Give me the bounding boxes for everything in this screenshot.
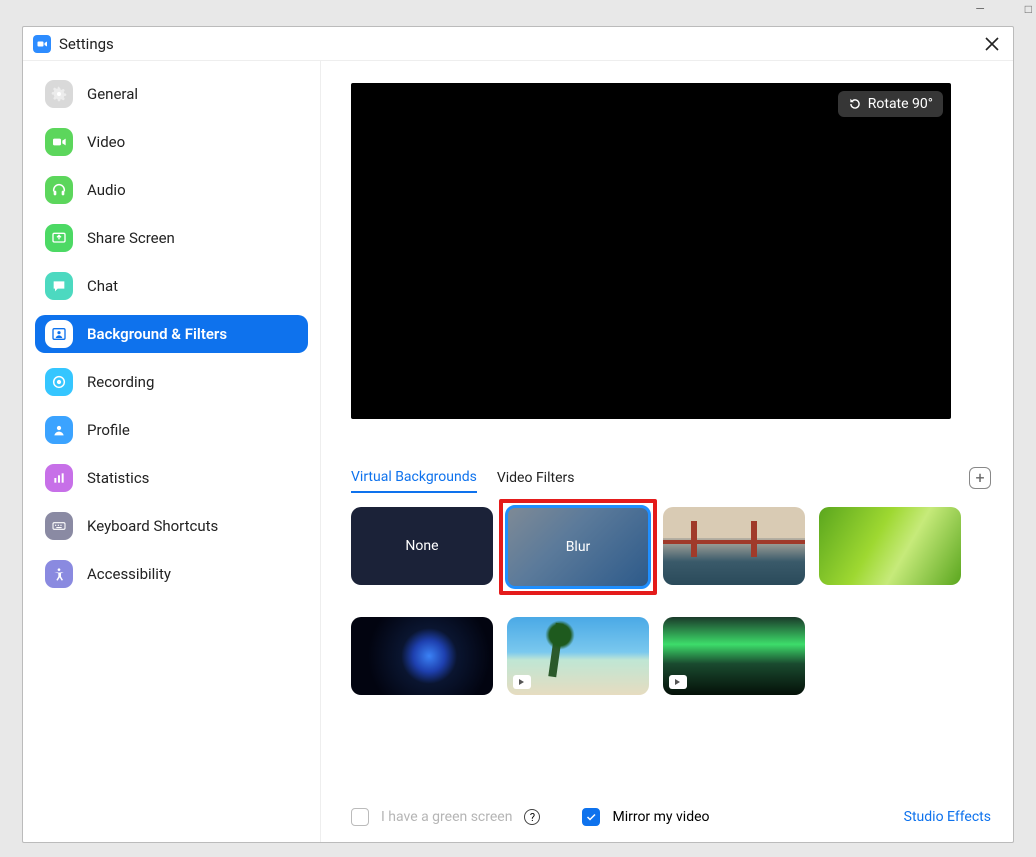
add-background-button[interactable]: + bbox=[969, 467, 991, 489]
rotate-label: Rotate 90° bbox=[868, 96, 933, 112]
sidebar-item-label: Share Screen bbox=[87, 229, 175, 247]
video-icon bbox=[45, 128, 73, 156]
bar-chart-icon bbox=[45, 464, 73, 492]
sidebar-item-statistics[interactable]: Statistics bbox=[35, 459, 308, 497]
bg-option-blur[interactable]: Blur bbox=[505, 505, 651, 589]
headphones-icon bbox=[45, 176, 73, 204]
rotate-icon bbox=[848, 97, 862, 111]
sidebar-item-audio[interactable]: Audio bbox=[35, 171, 308, 209]
sidebar-item-keyboard-shortcuts[interactable]: Keyboard Shortcuts bbox=[35, 507, 308, 545]
avatar-icon bbox=[45, 416, 73, 444]
sidebar-item-label: Video bbox=[87, 133, 125, 151]
sidebar-item-video[interactable]: Video bbox=[35, 123, 308, 161]
sidebar-item-chat[interactable]: Chat bbox=[35, 267, 308, 305]
sidebar-item-label: Profile bbox=[87, 421, 130, 439]
thumb-label: Blur bbox=[566, 539, 591, 555]
os-window-controls[interactable]: — □ bbox=[975, 2, 1032, 16]
dialog-title: Settings bbox=[59, 35, 114, 53]
help-icon[interactable]: ? bbox=[524, 809, 540, 825]
sidebar-item-profile[interactable]: Profile bbox=[35, 411, 308, 449]
video-badge-icon bbox=[513, 675, 531, 689]
main-panel: Rotate 90° Virtual Backgrounds Video Fil… bbox=[321, 61, 1013, 842]
person-card-icon bbox=[45, 320, 73, 348]
mirror-video-label: Mirror my video bbox=[612, 809, 709, 825]
sidebar-item-background-filters[interactable]: Background & Filters bbox=[35, 315, 308, 353]
sidebar-item-label: Recording bbox=[87, 373, 154, 391]
settings-sidebar: General Video Audio bbox=[23, 61, 321, 842]
sidebar-item-accessibility[interactable]: Accessibility bbox=[35, 555, 308, 593]
sidebar-item-label: General bbox=[87, 85, 138, 103]
rotate-button[interactable]: Rotate 90° bbox=[838, 91, 943, 117]
chat-icon bbox=[45, 272, 73, 300]
sidebar-item-recording[interactable]: Recording bbox=[35, 363, 308, 401]
gear-icon bbox=[45, 80, 73, 108]
video-badge-icon bbox=[669, 675, 687, 689]
dialog-header: Settings bbox=[23, 27, 1013, 61]
sidebar-item-label: Chat bbox=[87, 277, 118, 295]
sidebar-item-label: Statistics bbox=[87, 469, 149, 487]
share-screen-icon bbox=[45, 224, 73, 252]
green-screen-label: I have a green screen bbox=[381, 809, 512, 825]
bg-option-earth[interactable] bbox=[351, 617, 493, 695]
tab-video-filters[interactable]: Video Filters bbox=[497, 464, 575, 492]
background-thumbnails: None Blur bbox=[351, 507, 991, 695]
studio-effects-link[interactable]: Studio Effects bbox=[904, 809, 991, 825]
sidebar-item-label: Audio bbox=[87, 181, 126, 199]
settings-dialog: Settings General Video bbox=[22, 26, 1014, 843]
bg-option-bridge[interactable] bbox=[663, 507, 805, 585]
sidebar-item-label: Keyboard Shortcuts bbox=[87, 517, 218, 535]
bg-option-blur-highlight: Blur bbox=[499, 499, 657, 595]
thumb-label: None bbox=[405, 538, 438, 554]
sidebar-item-share-screen[interactable]: Share Screen bbox=[35, 219, 308, 257]
video-preview: Rotate 90° bbox=[351, 83, 951, 419]
keyboard-icon bbox=[45, 512, 73, 540]
bg-option-beach[interactable] bbox=[507, 617, 649, 695]
sidebar-item-label: Accessibility bbox=[87, 565, 171, 583]
footer-bar: I have a green screen ? Mirror my video … bbox=[351, 808, 991, 826]
maximize-icon[interactable]: □ bbox=[1025, 2, 1032, 16]
green-screen-checkbox[interactable] bbox=[351, 808, 369, 826]
bg-option-none[interactable]: None bbox=[351, 507, 493, 585]
sidebar-item-general[interactable]: General bbox=[35, 75, 308, 113]
tab-virtual-backgrounds[interactable]: Virtual Backgrounds bbox=[351, 463, 477, 493]
zoom-app-icon bbox=[33, 35, 51, 53]
minimize-icon[interactable]: — bbox=[975, 2, 984, 16]
mirror-video-checkbox[interactable] bbox=[582, 808, 600, 826]
record-icon bbox=[45, 368, 73, 396]
sidebar-item-label: Background & Filters bbox=[87, 325, 227, 343]
close-button[interactable] bbox=[981, 33, 1003, 55]
accessibility-icon bbox=[45, 560, 73, 588]
bg-option-grass[interactable] bbox=[819, 507, 961, 585]
bg-option-aurora[interactable] bbox=[663, 617, 805, 695]
filter-tabs: Virtual Backgrounds Video Filters + bbox=[351, 463, 991, 493]
